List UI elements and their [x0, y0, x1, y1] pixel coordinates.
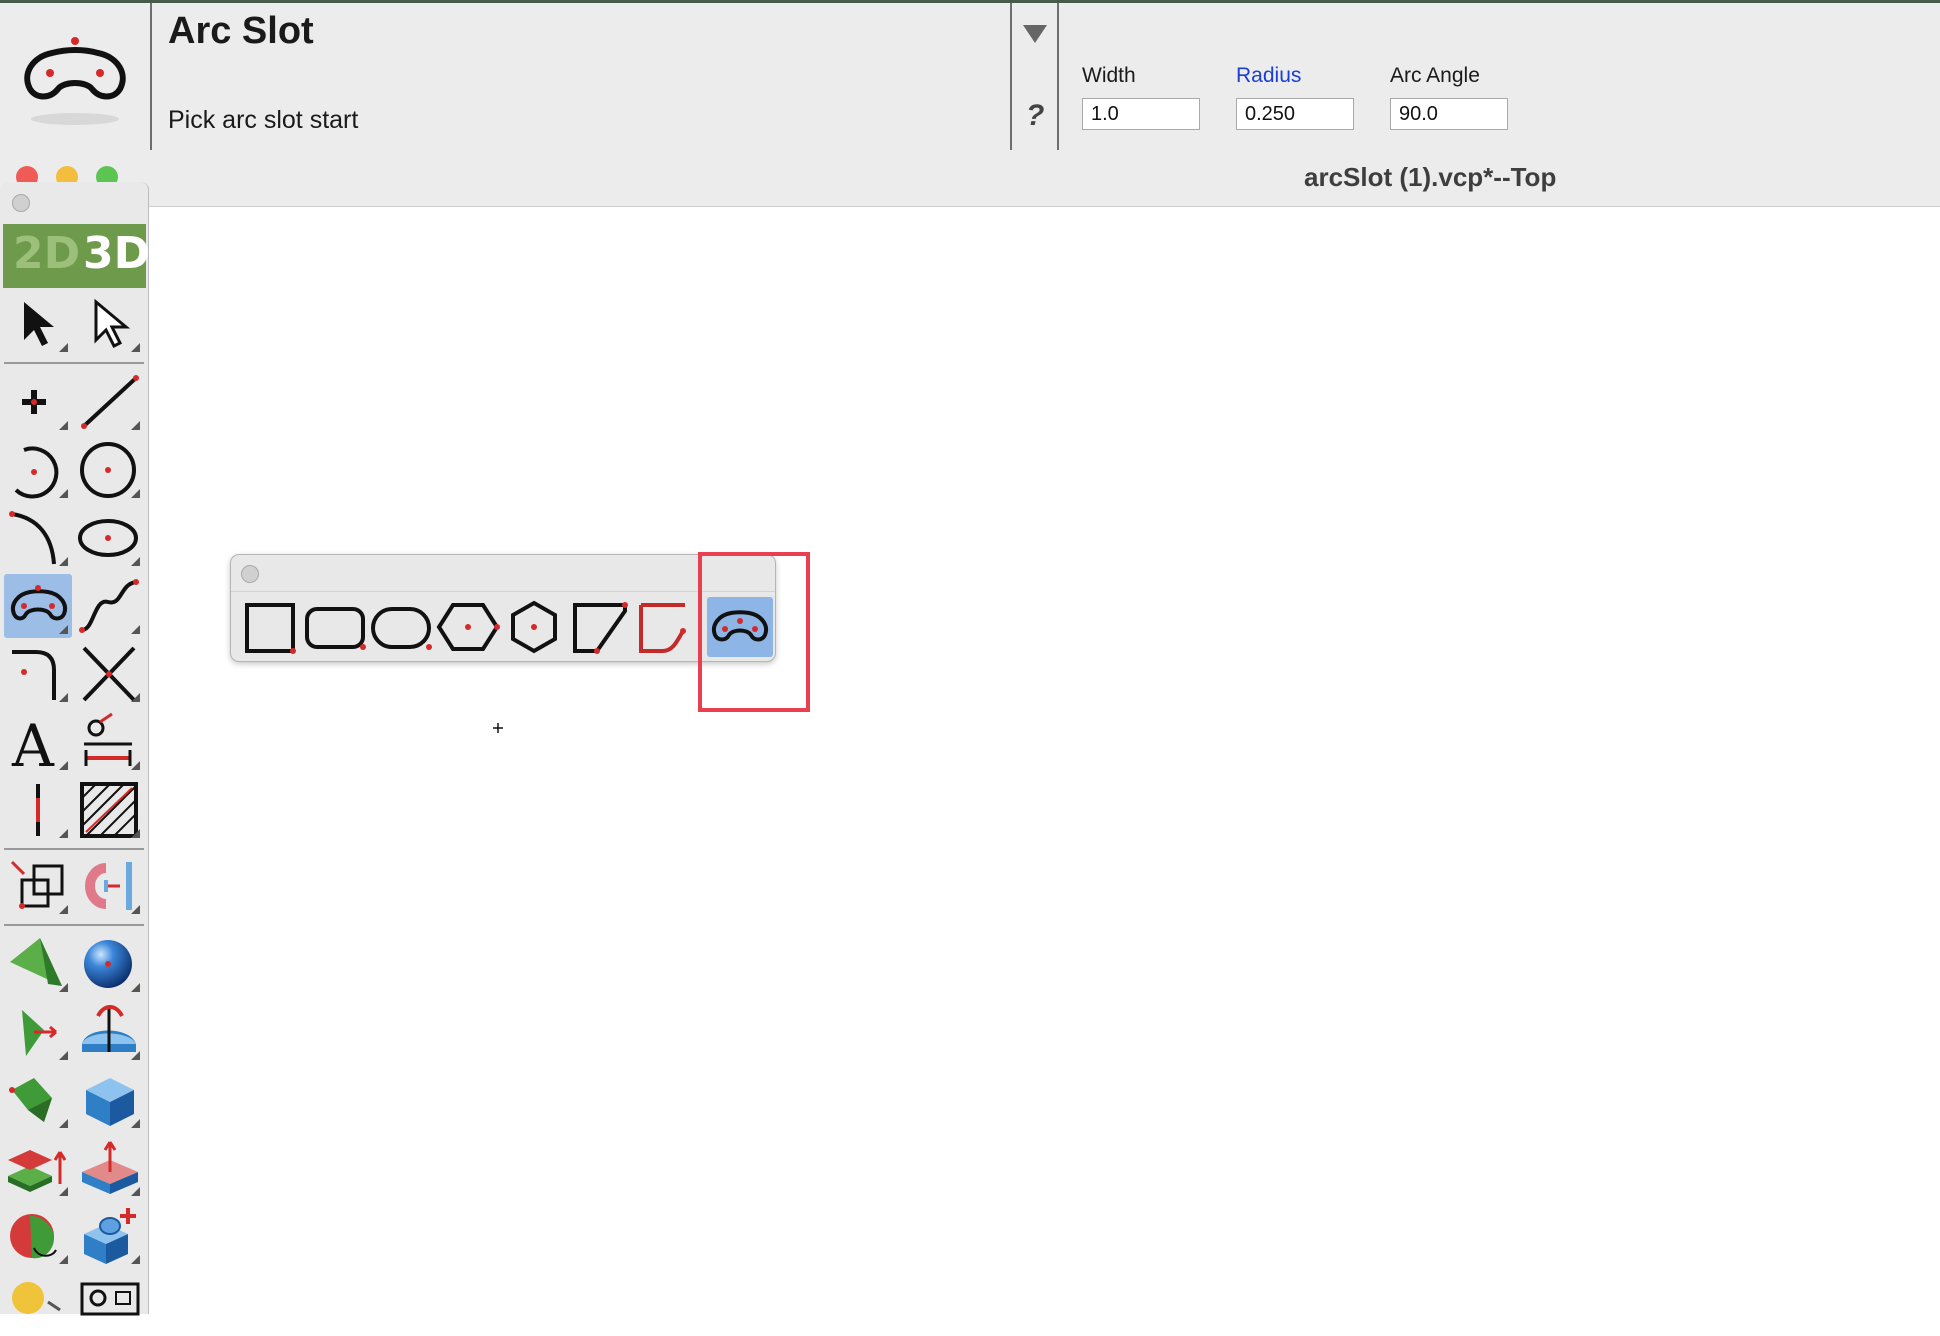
arc-angle-label: Arc Angle	[1390, 64, 1480, 87]
direct-select-tool-button[interactable]	[76, 292, 144, 356]
tool-title: Arc Slot	[168, 10, 314, 52]
circle-tool-button[interactable]	[76, 438, 144, 502]
light-bulb-icon	[12, 1282, 61, 1314]
width-label: Width	[1082, 64, 1136, 87]
hatch-tool-button[interactable]	[76, 778, 144, 842]
shape-palette-close-button[interactable]	[241, 565, 259, 583]
snap-tool-button[interactable]	[76, 854, 144, 918]
tool-icon-panel	[0, 3, 152, 150]
crosshair-cursor-icon	[492, 722, 504, 734]
camera-tool-button[interactable]	[76, 1272, 144, 1336]
arc-slot-tool-icon	[24, 37, 126, 125]
hexagon-tool-button[interactable]	[501, 597, 567, 657]
radius-label: Radius	[1236, 64, 1302, 87]
line-tool-button[interactable]	[76, 370, 144, 434]
shape-palette	[230, 554, 776, 662]
tool-palette: 2D 3D A	[0, 182, 150, 1316]
spline-arc-tool-button[interactable]	[4, 506, 72, 570]
transform-tool-button[interactable]	[4, 854, 72, 918]
arc-tool-button[interactable]	[4, 438, 72, 502]
mode-switch[interactable]: 2D 3D	[3, 224, 150, 288]
document-titlebar: arcSlot (1).vcp*--Top	[0, 150, 1940, 207]
arc-slot-tool-button[interactable]	[4, 574, 72, 638]
width-param: Width	[1082, 64, 1200, 130]
tool-menu-column: ?	[1010, 3, 1059, 150]
revolve-tool-button[interactable]	[76, 1000, 144, 1064]
document-title: arcSlot (1).vcp*--Top	[1304, 162, 1557, 192]
radius-input[interactable]	[1236, 98, 1354, 130]
polygon-icon	[436, 603, 500, 651]
sphere-tool-button[interactable]	[76, 932, 144, 996]
rectangle-icon	[245, 603, 296, 654]
surface-normal-tool-button[interactable]	[4, 1000, 72, 1064]
boolean-tool-button[interactable]	[4, 1204, 72, 1268]
ellipse-tool-button[interactable]	[76, 506, 144, 570]
plane-tool-button[interactable]	[4, 932, 72, 996]
radius-param: Radius	[1236, 64, 1354, 130]
arc-angle-input[interactable]	[1390, 98, 1508, 130]
width-input[interactable]	[1082, 98, 1200, 130]
box-tool-button[interactable]	[76, 1068, 144, 1132]
corner-shape-tool-button[interactable]	[633, 597, 699, 657]
tool-prompt: Pick arc slot start	[168, 106, 359, 134]
hexagon-icon	[511, 600, 557, 654]
text-tool-button[interactable]: A	[4, 710, 72, 774]
rounded-rectangle-tool-button[interactable]	[303, 597, 369, 657]
desktop-stripe	[0, 0, 1940, 3]
select-tool-button[interactable]	[4, 292, 72, 356]
obround-icon	[371, 607, 432, 650]
dropdown-arrow-icon[interactable]	[1022, 23, 1048, 45]
obround-tool-button[interactable]	[369, 597, 435, 657]
shape-palette-titlebar[interactable]	[231, 555, 775, 592]
palette-divider	[4, 362, 144, 364]
arc-angle-param: Arc Angle	[1390, 64, 1508, 130]
palette-divider	[4, 848, 144, 850]
point-tool-button[interactable]	[4, 370, 72, 434]
push-pull-tool-button[interactable]	[76, 1136, 144, 1200]
centerline-tool-button[interactable]	[4, 778, 72, 842]
loft-tool-button[interactable]	[4, 1068, 72, 1132]
trim-tool-button[interactable]	[76, 642, 144, 706]
polygon-tool-button[interactable]	[435, 597, 501, 657]
chamfer-rectangle-tool-button[interactable]	[567, 597, 633, 657]
annotation-highlight-box	[698, 552, 810, 712]
light-tool-button[interactable]	[4, 1272, 72, 1336]
mode-2d-button[interactable]: 2D	[13, 228, 80, 279]
fillet-tool-button[interactable]	[4, 642, 72, 706]
palette-divider	[4, 924, 144, 926]
svg-text:A: A	[11, 712, 55, 774]
camera-icon	[80, 1282, 140, 1316]
rounded-rectangle-icon	[305, 607, 366, 650]
corner-shape-icon	[639, 603, 686, 653]
dimension-tool-button[interactable]	[76, 710, 144, 774]
extrude-tool-button[interactable]	[4, 1136, 72, 1200]
add-solid-tool-button[interactable]	[76, 1204, 144, 1268]
rectangle-tool-button[interactable]	[237, 597, 303, 657]
palette-close-button[interactable]	[12, 194, 30, 212]
tool-info-bar: Arc Slot Pick arc slot start ? Width Rad…	[0, 0, 1940, 151]
mode-3d-button[interactable]: 3D	[83, 228, 150, 279]
chamfer-rectangle-icon	[573, 602, 628, 654]
spline-tool-button[interactable]	[76, 574, 144, 638]
help-icon[interactable]: ?	[1026, 99, 1044, 133]
